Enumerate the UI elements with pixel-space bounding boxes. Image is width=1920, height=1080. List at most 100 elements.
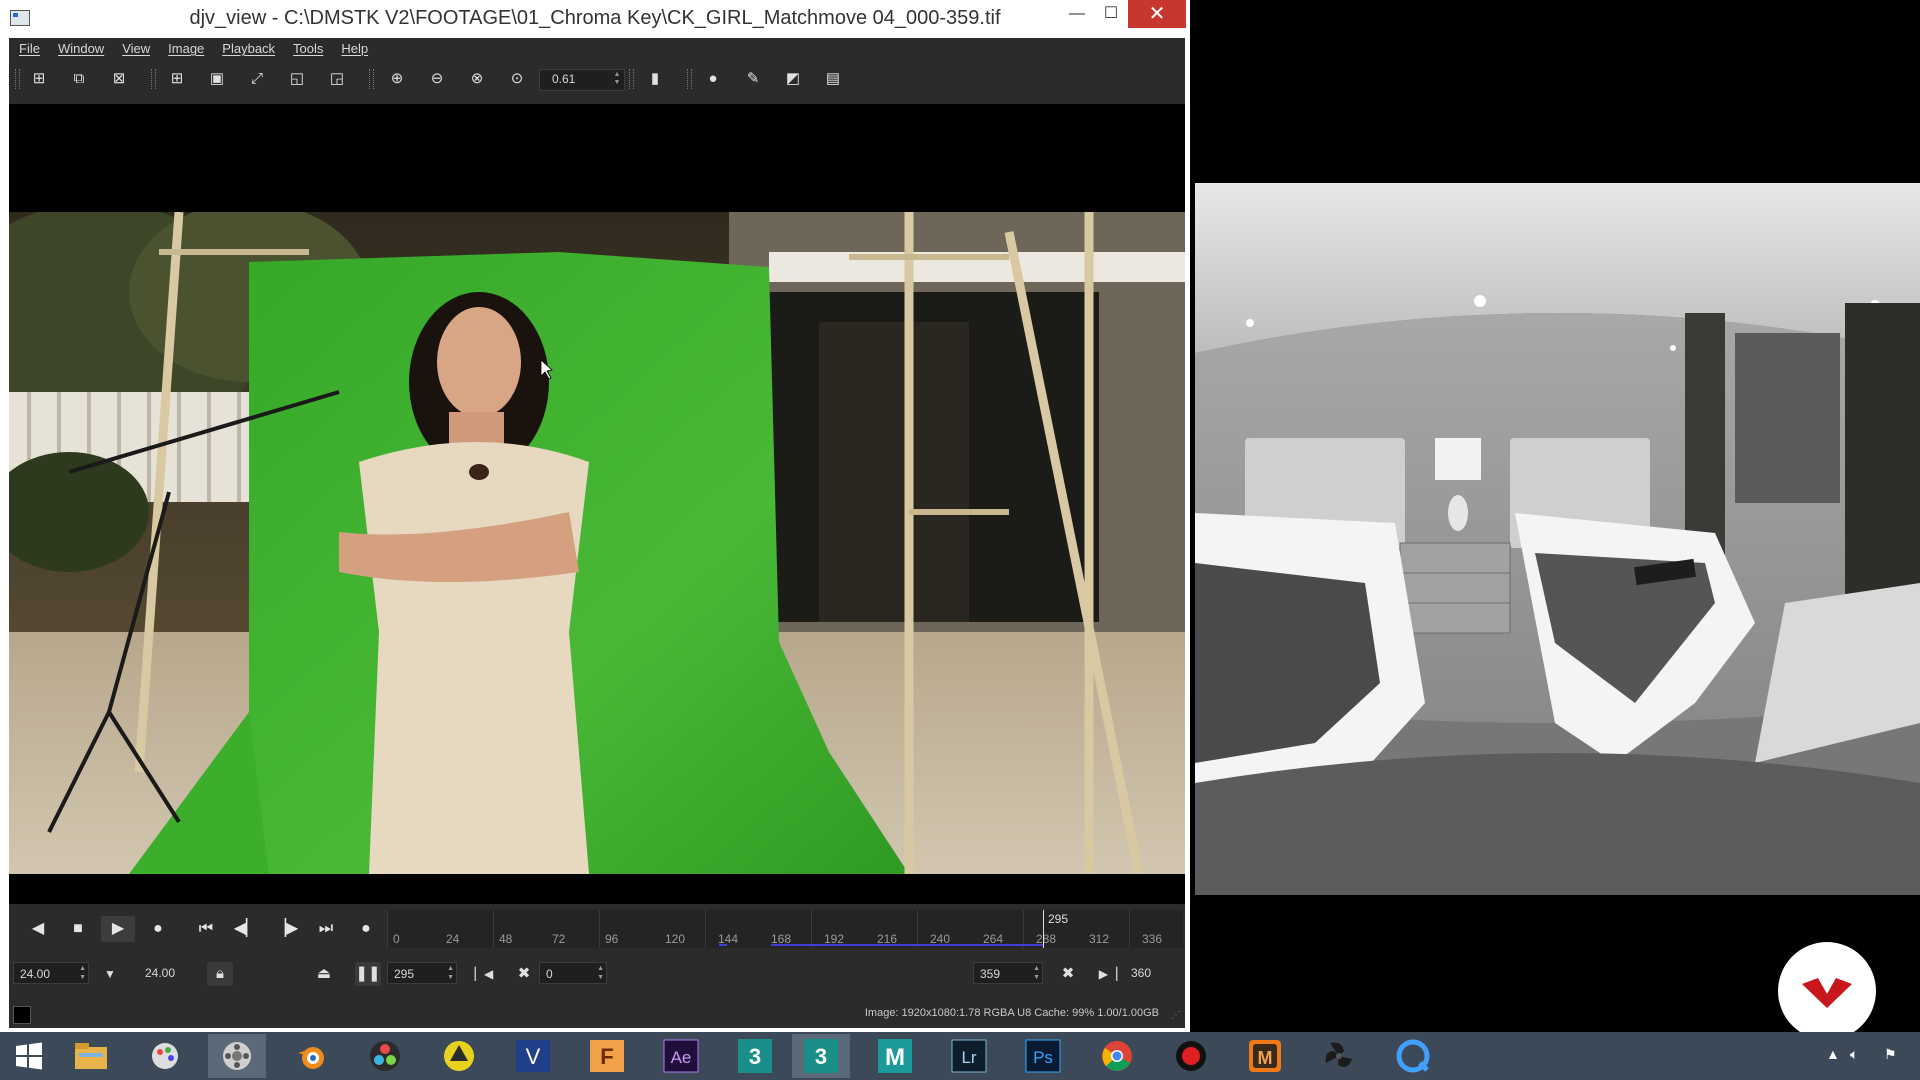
tick-line (387, 910, 388, 948)
toolbar-separator (15, 69, 20, 89)
resize-grip-icon[interactable]: ⋰ (1171, 1010, 1181, 1021)
photoshop-label: Ps (1033, 1048, 1053, 1067)
mocha-icon[interactable]: M (1236, 1034, 1294, 1078)
in-point-field[interactable]: 0 ▲ ▼ (539, 962, 607, 984)
zoom-reset-icon[interactable]: ⊗ (465, 68, 489, 90)
app-client-area: File Window View Image Playback Tools He… (9, 38, 1185, 1028)
play-reverse-icon[interactable]: ◀ (21, 916, 55, 942)
timeline-slider[interactable]: 0 24 48 72 96 120 144 168 192 216 240 26… (387, 910, 1183, 948)
color-picker-icon[interactable]: ▮ (643, 68, 667, 90)
status-bar: Image: 1920x1080:1.78 RGBA U8 Cache: 99%… (9, 1002, 1185, 1024)
timeline-tick-label: 96 (605, 932, 619, 946)
after-effects-icon[interactable]: Ae (652, 1034, 710, 1078)
controls-icon[interactable]: ◱ (285, 68, 309, 90)
play-forward-icon[interactable]: ▶ (101, 916, 135, 942)
current-frame-label: 295 (1048, 912, 1069, 926)
chrome-icon[interactable] (1088, 1034, 1146, 1078)
main-toolbar: ⊞ ⧉ ⊠ ⊞ ▣ ⤢ ◱ ◲ ⊕ ⊖ ⊗ ⊙ 0.61 ▲ ▼ ▮ ● ✎ ◩ … (9, 60, 1185, 98)
blender-icon[interactable] (282, 1034, 340, 1078)
spin-arrows-icon[interactable]: ▲ ▼ (447, 964, 454, 982)
new-file-icon[interactable]: ⊞ (27, 68, 51, 90)
stop-icon[interactable]: ■ (61, 916, 95, 942)
reset-in-point-icon[interactable]: ✖ (511, 962, 537, 986)
record-icon[interactable] (1162, 1034, 1220, 1078)
in-out-points-icon[interactable]: ⏏ (311, 962, 337, 986)
menu-playback[interactable]: Playback (212, 38, 283, 60)
lock-icon[interactable]: 🔒︎ (207, 962, 233, 986)
fusion-icon[interactable]: F (578, 1034, 636, 1078)
close-file-icon[interactable]: ⊠ (107, 68, 131, 90)
tick-line (917, 910, 918, 948)
spin-arrows-icon[interactable]: ▲ ▼ (1033, 964, 1040, 982)
set-in-point-icon[interactable]: ▏◀ (471, 962, 497, 986)
zoom-spinbox[interactable]: 0.61 ▲ ▼ (539, 69, 625, 91)
go-end-icon[interactable]: ⏭ (309, 916, 343, 942)
menu-window[interactable]: Window (48, 38, 112, 60)
image-viewer[interactable] (9, 104, 1185, 904)
fit-window-icon[interactable]: ▣ (205, 68, 229, 90)
menu-tools[interactable]: Tools (283, 38, 331, 60)
fullscreen-icon[interactable]: ⤢ (245, 68, 269, 90)
timeline-tick-label: 0 (393, 932, 400, 946)
spin-arrows-icon[interactable]: ▲ ▼ (597, 964, 604, 982)
view-toggle-icon[interactable]: ◲ (325, 68, 349, 90)
file-explorer-icon[interactable] (62, 1034, 120, 1078)
start-icon[interactable] (0, 1034, 58, 1078)
set-out-point-icon[interactable]: ▶▕ (1095, 962, 1121, 986)
magnify-icon[interactable]: ● (701, 68, 725, 90)
djv-view-icon[interactable] (208, 1034, 266, 1078)
reset-out-point-icon[interactable]: ✖ (1055, 962, 1081, 986)
toolbar-separator (629, 69, 634, 89)
open-file-icon[interactable]: ⧉ (67, 68, 91, 90)
vray-icon[interactable]: V (504, 1034, 562, 1078)
cache-indicator (771, 944, 1043, 946)
menu-file[interactable]: File (9, 38, 48, 60)
menu-view[interactable]: View (112, 38, 158, 60)
current-frame-marker[interactable] (1043, 910, 1044, 948)
davinci-resolve-icon[interactable] (356, 1034, 414, 1078)
eyedropper-icon[interactable]: ✎ (741, 68, 765, 90)
lightroom-icon[interactable]: Lr (940, 1034, 998, 1078)
frame-field[interactable]: 295 ▲ ▼ (387, 962, 457, 984)
paint-tool-icon[interactable] (136, 1034, 194, 1078)
3dsmax-2-icon[interactable]: 3 (792, 1034, 850, 1078)
frame-value: 295 (394, 967, 415, 981)
out-point-field[interactable]: 359 ▲ ▼ (973, 962, 1043, 984)
action-center-icon[interactable]: ⚑ (1884, 1046, 1897, 1063)
maya-label: M (885, 1044, 905, 1071)
zoom-out-icon[interactable]: ⊖ (425, 68, 449, 90)
3dsmax-icon[interactable]: 3 (726, 1034, 784, 1078)
speed-field[interactable]: 24.00 ▲ ▼ (13, 962, 89, 984)
out-point-value: 359 (980, 967, 1001, 981)
maya-icon[interactable]: M (866, 1034, 924, 1078)
pause-icon[interactable]: ❚❚ (355, 962, 381, 986)
tick-line (1129, 910, 1130, 948)
histogram-icon[interactable]: ◩ (781, 68, 805, 90)
go-start-icon[interactable]: ⏮ (189, 916, 223, 942)
speed-dropdown-icon[interactable]: ▼ (97, 962, 123, 986)
frame-mode-icon[interactable]: ● (349, 916, 383, 942)
loop-mode-icon[interactable]: ● (141, 916, 175, 942)
spin-arrows-icon[interactable]: ▲ ▼ (79, 964, 86, 982)
new-window-icon[interactable]: ⊞ (165, 68, 189, 90)
close-button[interactable]: ✕ (1128, 0, 1186, 28)
fan-app-icon[interactable] (1310, 1034, 1368, 1078)
photoshop-icon[interactable]: Ps (1014, 1034, 1072, 1078)
3dsmax-2-label: 3 (815, 1044, 827, 1069)
menu-help[interactable]: Help (331, 38, 376, 60)
info-icon[interactable]: ▤ (821, 68, 845, 90)
tray-expand-icon[interactable]: ▲ (1826, 1046, 1840, 1062)
volume-icon[interactable]: 🔈︎ (1850, 1046, 1858, 1063)
brand-logo (1778, 942, 1876, 1040)
zoom-fit-icon[interactable]: ⊙ (505, 68, 529, 90)
prev-frame-icon[interactable]: ◀▏ (229, 916, 263, 942)
timeline-tick-label: 24 (446, 932, 460, 946)
menu-image[interactable]: Image (158, 38, 212, 60)
title-bar[interactable]: djv_view - C:\DMSTK V2\FOOTAGE\01_Chroma… (0, 0, 1190, 38)
spin-arrows-icon[interactable]: ▲ ▼ (612, 71, 622, 87)
quicktime-icon[interactable] (1384, 1034, 1442, 1078)
zoom-in-icon[interactable]: ⊕ (385, 68, 409, 90)
toolbar-separator (687, 69, 692, 89)
next-frame-icon[interactable]: ▕▶ (269, 916, 303, 942)
natron-icon[interactable] (430, 1034, 488, 1078)
